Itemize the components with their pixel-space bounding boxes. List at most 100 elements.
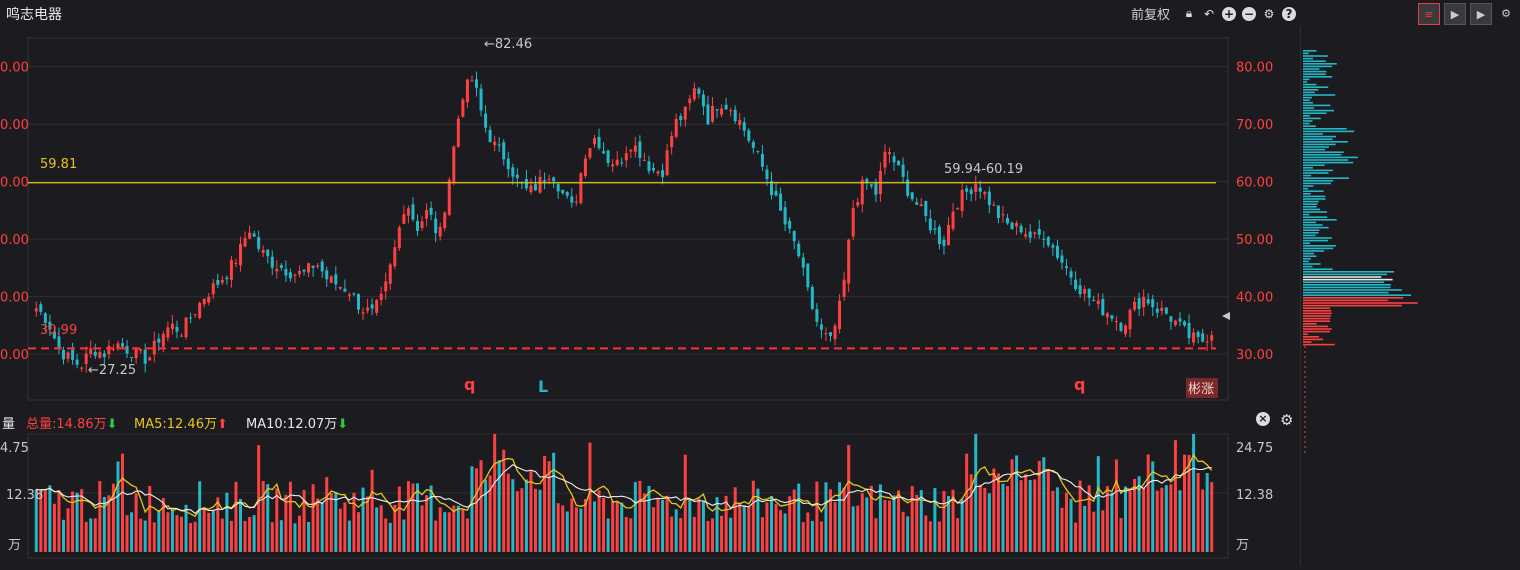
- low-label: ←27.25: [88, 363, 136, 378]
- volume-bar: [143, 520, 147, 552]
- profile-bar: [1303, 213, 1310, 216]
- price-chart[interactable]: 59.81 30.99 ←82.46 ←27.25 59.94-60.19 q …: [0, 26, 1300, 408]
- volume-bar: [252, 515, 256, 552]
- candle-body: [1060, 255, 1064, 263]
- candle-body: [706, 104, 710, 125]
- gear-icon[interactable]: ⚙: [1262, 7, 1276, 21]
- volume-bar: [434, 520, 438, 552]
- volume-bar: [1119, 518, 1123, 552]
- profile-bar: [1303, 304, 1402, 307]
- volume-bar: [397, 486, 401, 552]
- candle-body: [715, 109, 719, 111]
- volume-bar: [506, 473, 510, 552]
- close-icon[interactable]: ×: [1256, 412, 1270, 426]
- gear-icon[interactable]: ⚙: [1496, 3, 1516, 23]
- volume-chart-panel[interactable]: 24.75 12.38 万 4.75 12.38 万: [0, 432, 1300, 566]
- volume-bar: [770, 496, 773, 552]
- volume-bar: [406, 481, 410, 552]
- volume-bar: [892, 495, 896, 552]
- zoom-out-icon[interactable]: −: [1242, 6, 1256, 21]
- candle-body: [229, 260, 233, 280]
- candle-body: [1055, 245, 1059, 258]
- candle-body: [742, 122, 746, 131]
- candle-body: [406, 208, 410, 216]
- play-icon[interactable]: ▶: [1444, 3, 1466, 25]
- list-view-icon[interactable]: ≡: [1418, 3, 1440, 25]
- profile-bar: [1303, 148, 1325, 151]
- adjust-mode-button[interactable]: 前复权: [1131, 4, 1170, 23]
- volume-bar: [220, 518, 224, 552]
- volume-bar: [711, 518, 714, 552]
- candle-body: [216, 279, 220, 285]
- volume-bar: [652, 507, 655, 552]
- candle-body: [39, 304, 43, 312]
- volume-bar: [1028, 479, 1032, 552]
- volume-bar: [515, 491, 519, 552]
- candle-body: [801, 257, 805, 268]
- candle-body: [152, 340, 156, 355]
- candle-body: [452, 146, 456, 183]
- candle-body: [856, 202, 860, 206]
- candle-body: [357, 294, 360, 310]
- vol-tick-top: 24.75: [1236, 441, 1273, 456]
- profile-bar: [1303, 294, 1412, 296]
- gear-icon[interactable]: ⚙: [1280, 411, 1293, 429]
- profile-bar: [1303, 167, 1313, 169]
- volume-bar: [352, 492, 356, 552]
- candle-body: [838, 300, 842, 330]
- candle-body: [1074, 279, 1078, 290]
- undo-icon[interactable]: ↶: [1202, 7, 1216, 21]
- profile-bar: [1303, 299, 1389, 302]
- profile-bar: [1303, 273, 1387, 276]
- marker-q-1: q: [464, 375, 475, 394]
- volume-bar: [915, 494, 919, 552]
- profile-bar: [1303, 83, 1317, 86]
- profile-bar: [1303, 265, 1313, 268]
- candle-body: [797, 243, 801, 257]
- play-icon[interactable]: ▶: [1470, 3, 1492, 25]
- candle-body: [388, 264, 392, 284]
- volume-bar: [479, 460, 483, 552]
- volume-bar: [851, 506, 855, 552]
- candle-body: [992, 204, 996, 206]
- price-chart-panel[interactable]: 59.81 30.99 ←82.46 ←27.25 59.94-60.19 q …: [0, 26, 1300, 408]
- candle-body: [1083, 289, 1087, 294]
- profile-bar: [1303, 154, 1342, 156]
- candle-body: [760, 153, 764, 167]
- candle-body: [157, 338, 161, 343]
- profile-bar: [1303, 281, 1385, 283]
- profile-bar: [1303, 78, 1310, 81]
- volume-bar: [520, 488, 524, 552]
- lock-icon[interactable]: 🔒︎: [1182, 6, 1196, 21]
- candle-body: [193, 314, 197, 316]
- candle-body: [1173, 320, 1177, 325]
- candle-body: [688, 98, 692, 104]
- volume-bar: [942, 490, 946, 552]
- volume-bar: [933, 488, 937, 552]
- profile-bar: [1303, 224, 1323, 226]
- zoom-in-icon[interactable]: +: [1222, 6, 1236, 21]
- candle-body: [279, 265, 283, 268]
- candle-body: [937, 226, 941, 245]
- volume-bar: [679, 518, 683, 552]
- profile-bar: [1303, 260, 1309, 263]
- volume-bar: [248, 516, 252, 552]
- candle-body: [1155, 308, 1159, 313]
- candle-body: [488, 129, 492, 142]
- volume-bar: [1133, 478, 1137, 552]
- candle-body: [375, 300, 379, 313]
- volume-chart[interactable]: 24.75 12.38 万 4.75 12.38 万: [0, 432, 1300, 566]
- candle-body: [965, 188, 969, 192]
- volume-bar: [683, 454, 687, 552]
- profile-bar: [1303, 180, 1334, 182]
- profile-bar: [1303, 195, 1326, 198]
- profile-bar: [1303, 135, 1337, 138]
- candle-body: [288, 272, 292, 279]
- help-icon[interactable]: ?: [1282, 6, 1296, 21]
- candle-body: [125, 346, 129, 354]
- profile-bar: [1303, 115, 1310, 117]
- volume-bar: [602, 497, 606, 552]
- chart-toolbar: 前复权 🔒︎ ↶ + − ⚙ ?: [1131, 4, 1296, 23]
- volume-bar: [93, 518, 97, 552]
- candle-body: [107, 345, 111, 355]
